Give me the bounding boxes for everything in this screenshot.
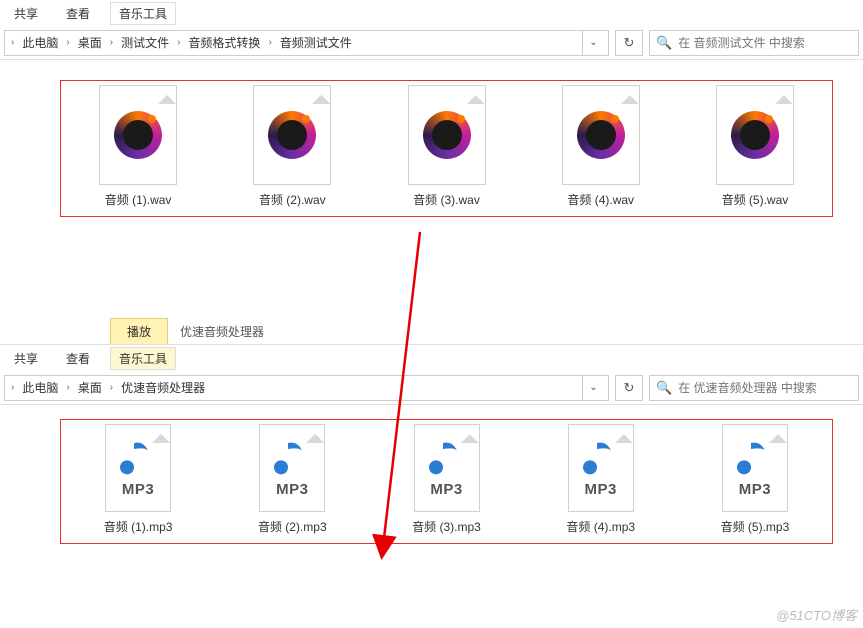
selection-box-top: 音频 (1).wav 音频 (2).wav 音频 (3).wav 音频 (4).…: [60, 80, 833, 217]
refresh-icon: ↻: [624, 35, 635, 51]
crumb[interactable]: 优速音频处理器: [115, 377, 211, 398]
tab-view[interactable]: 查看: [52, 1, 104, 26]
explorer-bottom: 播放 优速音频处理器 共享 查看 音乐工具 › 此电脑 › 桌面 › 优速音频处…: [0, 317, 863, 554]
mp3-file-icon: MP3: [414, 424, 480, 512]
address-dropdown[interactable]: ⌄: [582, 376, 604, 400]
search-icon: 🔍: [656, 380, 672, 396]
file-name: 音频 (4).mp3: [566, 518, 635, 535]
file-item[interactable]: 音频 (4).wav: [524, 85, 678, 208]
breadcrumb-top[interactable]: › 此电脑 › 桌面 › 测试文件 › 音频格式转换 › 音频测试文件 ⌄: [4, 30, 609, 56]
file-name: 音频 (3).mp3: [412, 518, 481, 535]
file-item[interactable]: 音频 (3).wav: [369, 85, 523, 208]
tab-share[interactable]: 共享: [0, 1, 52, 26]
crumb[interactable]: 此电脑: [16, 32, 64, 53]
mp3-label: MP3: [585, 481, 617, 498]
file-name: 音频 (1).wav: [105, 191, 172, 208]
search-icon: 🔍: [656, 35, 672, 51]
address-bar-row-top: › 此电脑 › 桌面 › 测试文件 › 音频格式转换 › 音频测试文件 ⌄ ↻ …: [0, 26, 863, 60]
file-item[interactable]: MP3 音频 (3).mp3: [369, 424, 523, 535]
crumb[interactable]: 测试文件: [115, 32, 175, 53]
address-dropdown[interactable]: ⌄: [582, 31, 604, 55]
mp3-label: MP3: [739, 481, 771, 498]
file-item[interactable]: MP3 音频 (4).mp3: [524, 424, 678, 535]
file-pane-bottom[interactable]: MP3 音频 (1).mp3 MP3 音频 (2).mp3 MP3 音频 (3)…: [0, 405, 863, 554]
file-item[interactable]: 音频 (1).wav: [61, 85, 215, 208]
file-name: 音频 (5).wav: [722, 191, 789, 208]
tab-music-tools[interactable]: 音乐工具: [110, 2, 176, 25]
app-title-label: 优速音频处理器: [168, 319, 276, 344]
search-box-top[interactable]: 🔍: [649, 30, 859, 56]
chevron-right-icon: ›: [108, 37, 115, 48]
audio-disc-icon: [408, 85, 486, 185]
mp3-file-icon: MP3: [722, 424, 788, 512]
file-name: 音频 (2).wav: [259, 191, 326, 208]
chevron-right-icon: ›: [266, 37, 273, 48]
title-tabs-bottom: 播放 优速音频处理器: [0, 317, 863, 345]
file-item[interactable]: 音频 (2).wav: [215, 85, 369, 208]
crumb[interactable]: 桌面: [72, 32, 108, 53]
watermark: @51CTO博客: [776, 605, 857, 624]
ribbon-tabs-bottom: 共享 查看 音乐工具: [0, 345, 863, 371]
chevron-right-icon: ›: [64, 37, 71, 48]
mp3-file-icon: MP3: [105, 424, 171, 512]
tab-play[interactable]: 播放: [110, 318, 168, 344]
tab-view[interactable]: 查看: [52, 346, 104, 371]
chevron-right-icon: ›: [175, 37, 182, 48]
chevron-right-icon: ›: [9, 382, 16, 393]
file-name: 音频 (4).wav: [567, 191, 634, 208]
search-box-bottom[interactable]: 🔍: [649, 375, 859, 401]
audio-disc-icon: [253, 85, 331, 185]
selection-box-bottom: MP3 音频 (1).mp3 MP3 音频 (2).mp3 MP3 音频 (3)…: [60, 419, 833, 544]
file-name: 音频 (1).mp3: [104, 518, 173, 535]
chevron-right-icon: ›: [9, 37, 16, 48]
file-pane-top[interactable]: 音频 (1).wav 音频 (2).wav 音频 (3).wav 音频 (4).…: [0, 60, 863, 227]
audio-disc-icon: [716, 85, 794, 185]
refresh-button[interactable]: ↻: [615, 30, 643, 56]
tab-share[interactable]: 共享: [0, 346, 52, 371]
crumb[interactable]: 桌面: [72, 377, 108, 398]
mp3-file-icon: MP3: [568, 424, 634, 512]
mp3-label: MP3: [122, 481, 154, 498]
file-name: 音频 (3).wav: [413, 191, 480, 208]
search-input[interactable]: [678, 36, 852, 50]
address-bar-row-bottom: › 此电脑 › 桌面 › 优速音频处理器 ⌄ ↻ 🔍: [0, 371, 863, 405]
crumb[interactable]: 音频格式转换: [182, 32, 266, 53]
file-item[interactable]: MP3 音频 (5).mp3: [678, 424, 832, 535]
crumb[interactable]: 此电脑: [16, 377, 64, 398]
refresh-icon: ↻: [624, 380, 635, 396]
mp3-label: MP3: [276, 481, 308, 498]
file-name: 音频 (2).mp3: [258, 518, 327, 535]
search-input[interactable]: [678, 381, 852, 395]
breadcrumb-bottom[interactable]: › 此电脑 › 桌面 › 优速音频处理器 ⌄: [4, 375, 609, 401]
refresh-button[interactable]: ↻: [615, 375, 643, 401]
file-item[interactable]: 音频 (5).wav: [678, 85, 832, 208]
audio-disc-icon: [99, 85, 177, 185]
file-item[interactable]: MP3 音频 (2).mp3: [215, 424, 369, 535]
file-item[interactable]: MP3 音频 (1).mp3: [61, 424, 215, 535]
chevron-right-icon: ›: [64, 382, 71, 393]
tab-music-tools[interactable]: 音乐工具: [110, 347, 176, 370]
mp3-label: MP3: [430, 481, 462, 498]
crumb[interactable]: 音频测试文件: [274, 32, 358, 53]
mp3-file-icon: MP3: [259, 424, 325, 512]
ribbon-tabs-top: 共享 查看 音乐工具: [0, 0, 863, 26]
file-name: 音频 (5).mp3: [721, 518, 790, 535]
audio-disc-icon: [562, 85, 640, 185]
chevron-right-icon: ›: [108, 382, 115, 393]
explorer-top: 共享 查看 音乐工具 › 此电脑 › 桌面 › 测试文件 › 音频格式转换 › …: [0, 0, 863, 227]
